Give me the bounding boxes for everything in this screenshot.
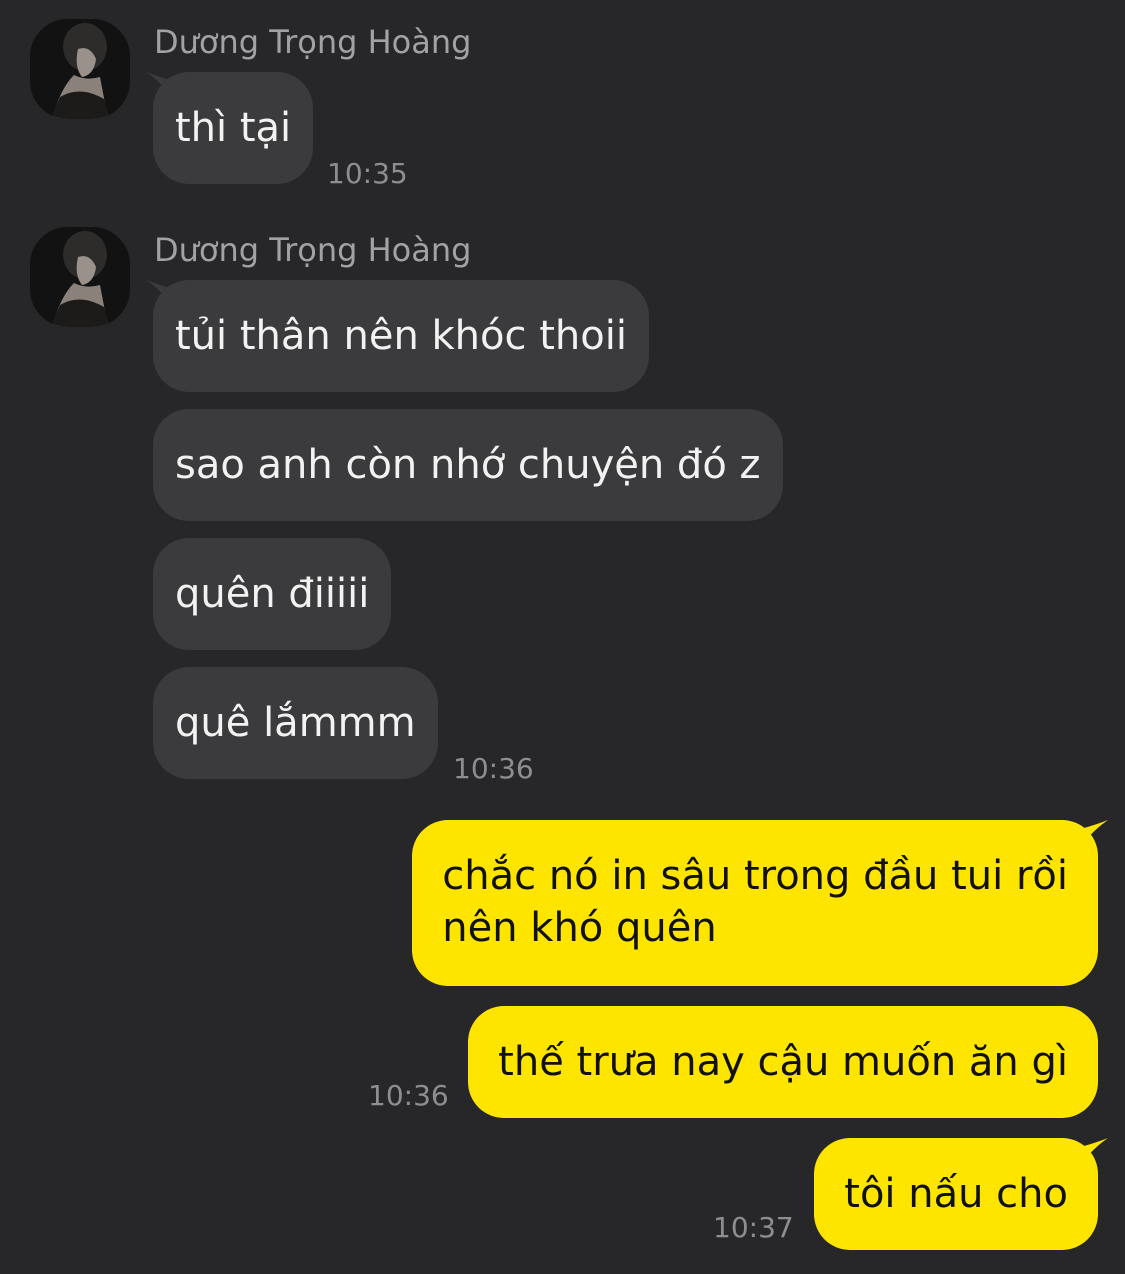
incoming-message-bubble[interactable]: quê lắmmm (153, 667, 438, 779)
profile-photo-avatar-icon (30, 227, 130, 327)
sender-avatar[interactable] (30, 227, 130, 327)
sender-avatar[interactable] (30, 19, 130, 119)
message-text: quê lắmmm (175, 700, 416, 746)
profile-photo-avatar-icon (30, 19, 130, 119)
incoming-message-bubble[interactable]: thì tại (153, 72, 314, 184)
message-timestamp: 10:36 (453, 752, 534, 785)
sender-name: Dương Trọng Hoàng (154, 23, 472, 61)
sender-name: Dương Trọng Hoàng (154, 231, 472, 269)
message-line: tôi nấu cho (844, 1171, 1068, 1217)
incoming-message-bubble[interactable]: quên điiiii (153, 538, 392, 650)
message-line: chắc nó in sâu trong đầu tui rồi (442, 853, 1068, 899)
message-text: thì tại (175, 105, 292, 151)
outgoing-message-bubble[interactable]: tôi nấu cho (814, 1138, 1098, 1250)
message-text: quên điiiii (175, 571, 370, 617)
message-text: tủi thân nên khóc thoii (175, 313, 627, 359)
message-timestamp: 10:36 (368, 1079, 449, 1112)
message-timestamp: 10:37 (713, 1211, 794, 1244)
outgoing-message-bubble[interactable]: chắc nó in sâu trong đầu tui rồi nên khó… (412, 820, 1098, 986)
message-line: thế trưa nay cậu muốn ăn gì (498, 1039, 1068, 1085)
incoming-message-bubble[interactable]: sao anh còn nhớ chuyện đó z (153, 409, 783, 521)
message-line: nên khó quên (442, 905, 717, 951)
message-text: sao anh còn nhớ chuyện đó z (175, 442, 761, 488)
incoming-message-bubble[interactable]: tủi thân nên khóc thoii (153, 280, 649, 392)
message-timestamp: 10:35 (327, 157, 408, 190)
outgoing-message-bubble[interactable]: thế trưa nay cậu muốn ăn gì (468, 1006, 1098, 1118)
